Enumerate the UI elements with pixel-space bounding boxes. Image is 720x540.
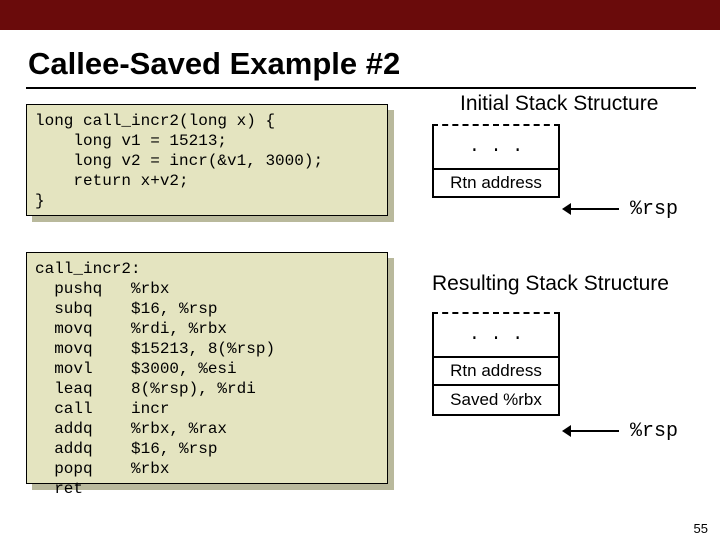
stack-initial: . . . Rtn address <box>432 124 560 198</box>
label-rsp-initial: %rsp <box>630 198 678 221</box>
slide: Callee-Saved Example #2 long call_incr2(… <box>0 0 720 540</box>
stack-ellipsis: . . . <box>432 124 560 168</box>
stack-ellipsis: . . . <box>432 312 560 356</box>
arrow-rsp-resulting <box>569 430 619 432</box>
stack-cell-rtn: Rtn address <box>432 168 560 198</box>
stack-cell-saved: Saved %rbx <box>432 386 560 416</box>
heading-initial-stack: Initial Stack Structure <box>460 92 658 116</box>
code-c-block: long call_incr2(long x) { long v1 = 1521… <box>26 104 388 216</box>
heading-resulting-stack: Resulting Stack Structure <box>432 272 669 296</box>
stack-cell-rtn: Rtn address <box>432 356 560 386</box>
title-bar <box>0 0 720 30</box>
slide-title: Callee-Saved Example #2 <box>28 46 400 82</box>
title-underline <box>26 87 696 89</box>
arrow-rsp-initial <box>569 208 619 210</box>
label-rsp-resulting: %rsp <box>630 420 678 443</box>
code-asm-block: call_incr2: pushq %rbx subq $16, %rsp mo… <box>26 252 388 484</box>
stack-resulting: . . . Rtn address Saved %rbx <box>432 312 560 416</box>
page-number: 55 <box>694 521 708 536</box>
